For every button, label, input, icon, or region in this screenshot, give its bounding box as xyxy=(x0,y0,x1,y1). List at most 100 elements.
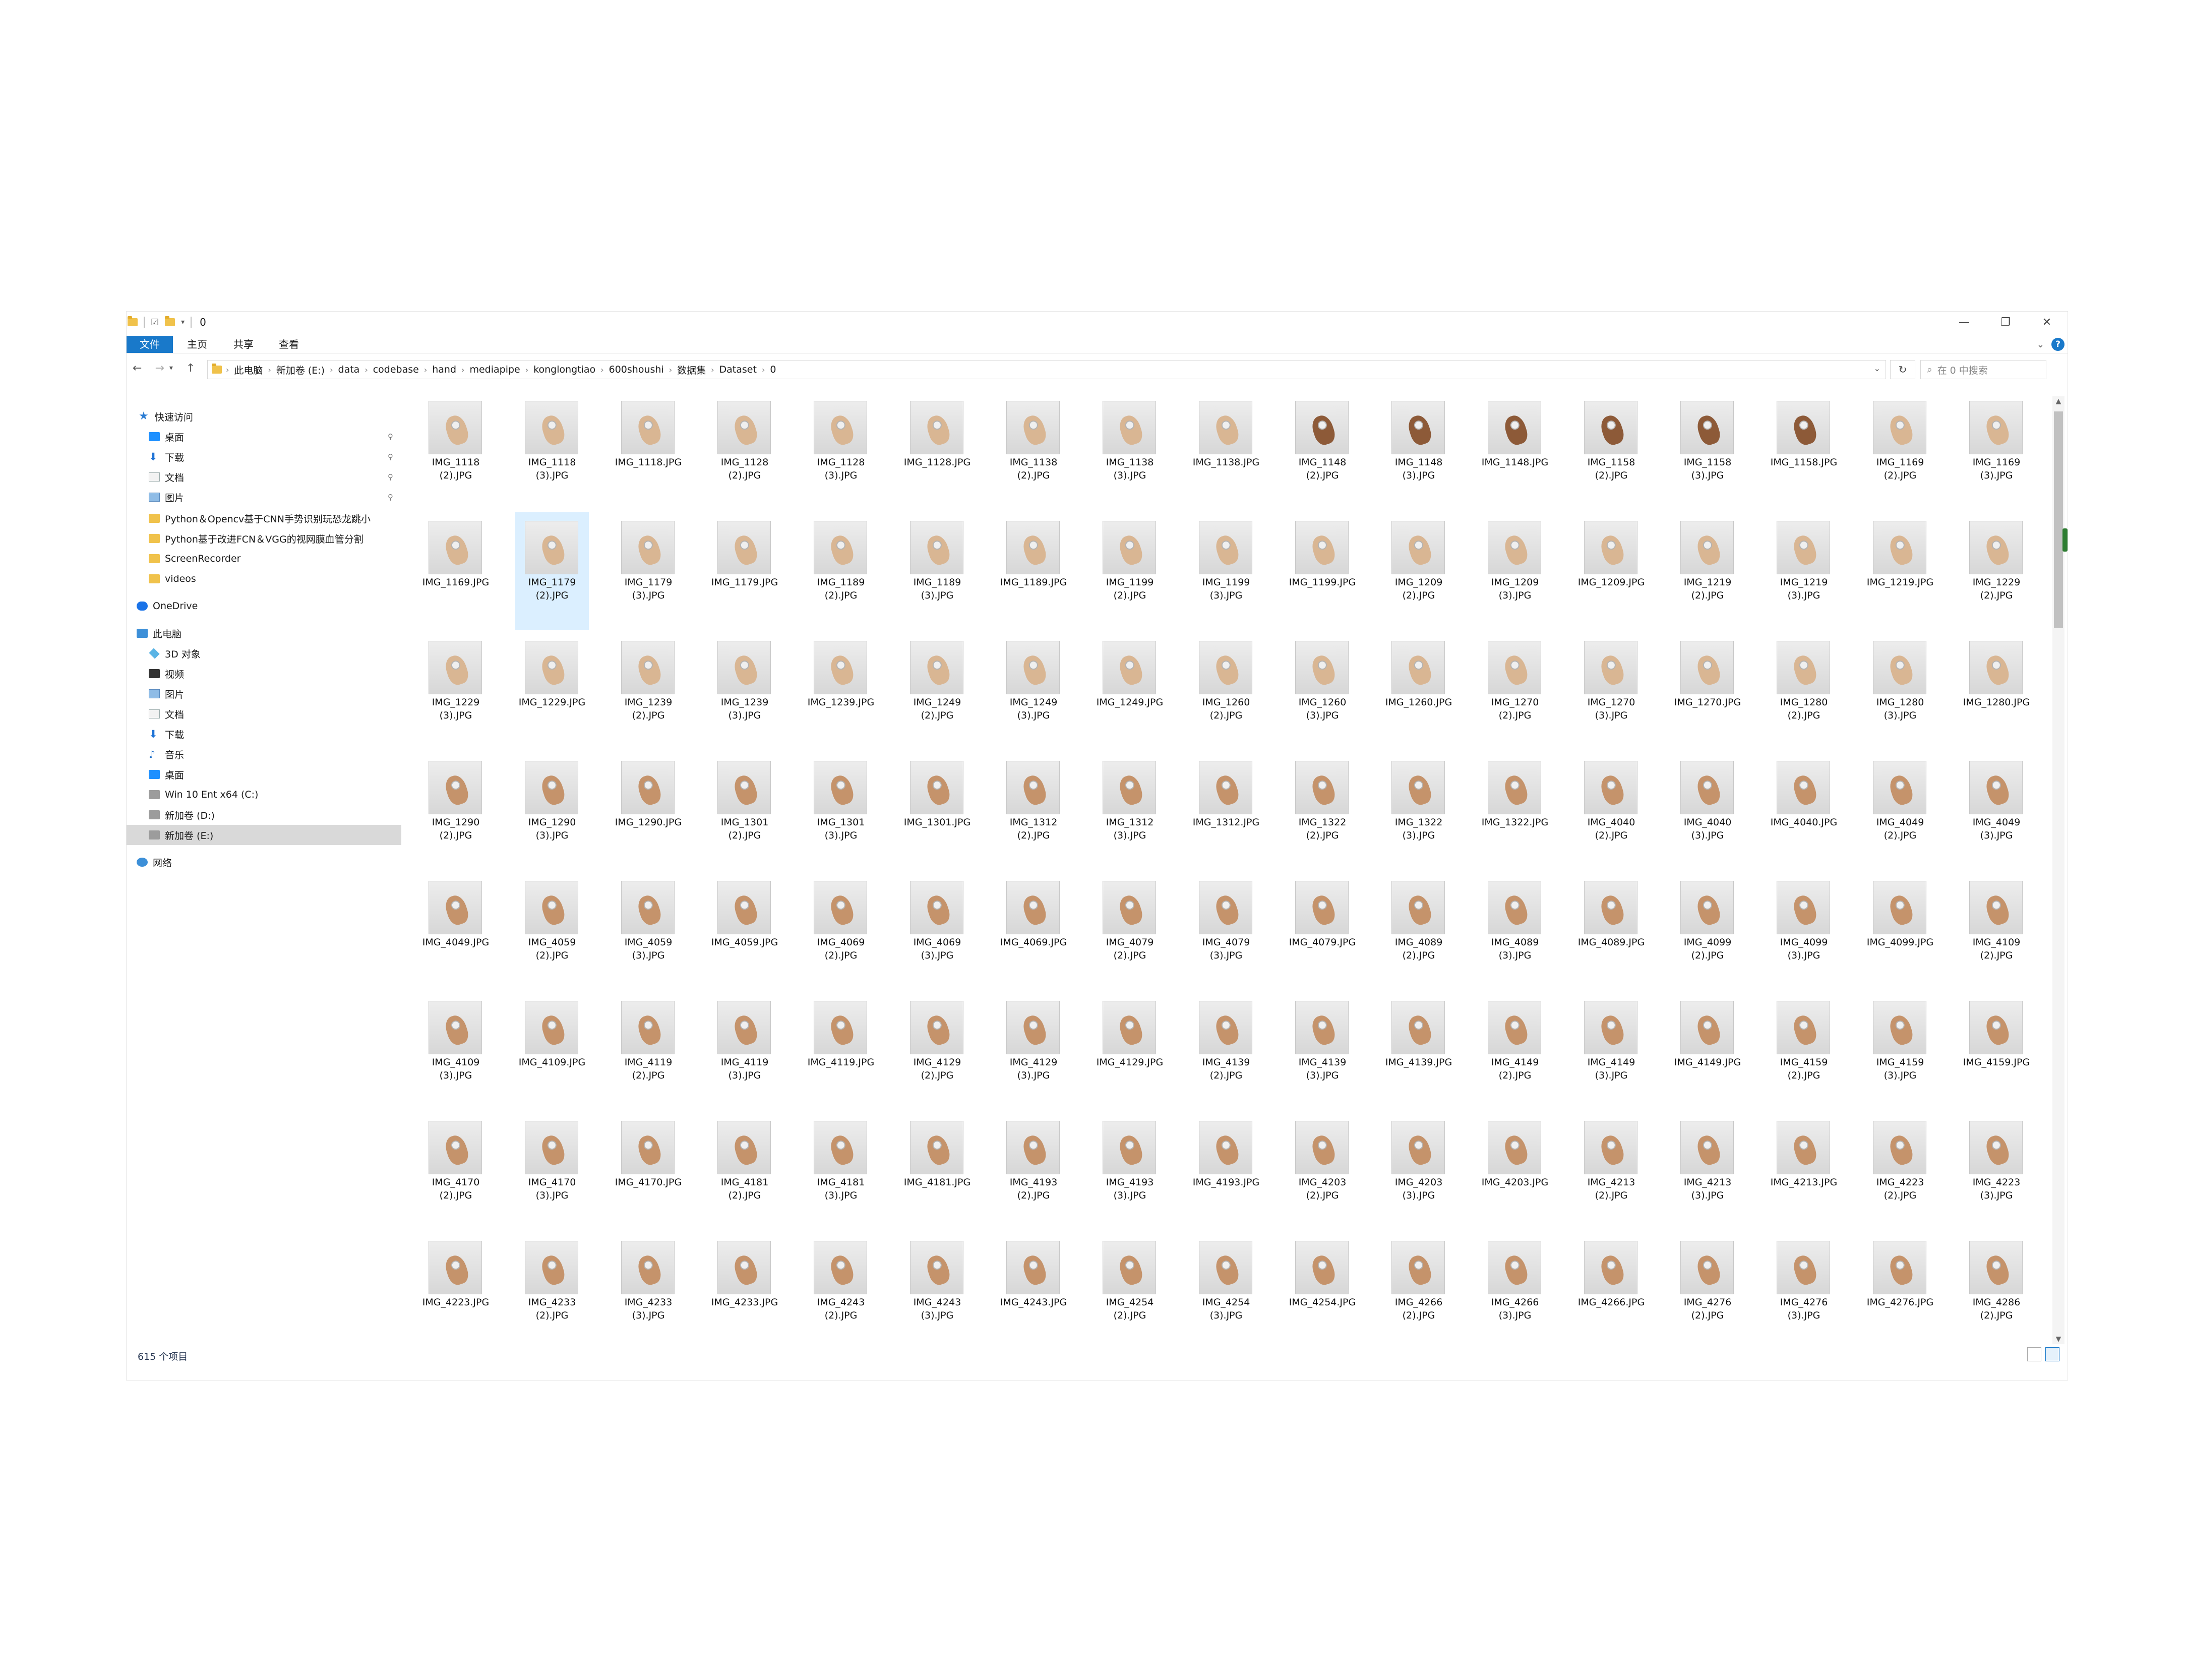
breadcrumb-item[interactable]: 新加卷 (E:) xyxy=(276,363,325,377)
file-item[interactable]: IMG_4119.JPG xyxy=(804,992,878,1110)
back-arrow-icon[interactable]: ← xyxy=(133,362,142,375)
file-item[interactable]: IMG_4266.JPG xyxy=(1574,1232,1648,1350)
tab-home[interactable]: 主页 xyxy=(177,336,217,353)
file-item[interactable]: IMG_1322.JPG xyxy=(1478,752,1552,870)
file-item[interactable]: IMG_4099 (3).JPG xyxy=(1767,872,1841,990)
file-item[interactable]: IMG_1189 (3).JPG xyxy=(900,512,974,630)
file-item[interactable]: IMG_4181 (3).JPG xyxy=(804,1112,878,1230)
file-item[interactable]: IMG_4276 (2).JPG xyxy=(1671,1232,1744,1350)
close-button[interactable]: ✕ xyxy=(2026,312,2068,333)
file-item[interactable]: IMG_4119 (3).JPG xyxy=(708,992,781,1110)
file-item[interactable]: IMG_1118.JPG xyxy=(612,392,685,510)
file-item[interactable]: IMG_4181.JPG xyxy=(900,1112,974,1230)
file-item[interactable]: IMG_4109 (2).JPG xyxy=(1960,872,2033,990)
file-item[interactable]: IMG_1290 (3).JPG xyxy=(515,752,589,870)
address-dropdown-chevron-icon[interactable]: ⌄ xyxy=(1874,364,1880,373)
file-item[interactable]: IMG_1128 (3).JPG xyxy=(804,392,878,510)
file-item[interactable]: IMG_1148.JPG xyxy=(1478,392,1552,510)
sidebar-item[interactable]: ★ 快速访问 xyxy=(127,406,401,427)
file-item[interactable]: IMG_1179 (3).JPG xyxy=(612,512,685,630)
file-item[interactable]: IMG_4213 (3).JPG xyxy=(1671,1112,1744,1230)
recent-locations-chevron-icon[interactable]: ▾ xyxy=(169,364,173,375)
file-item[interactable]: IMG_1229.JPG xyxy=(515,632,589,750)
file-item[interactable]: IMG_1169 (3).JPG xyxy=(1960,392,2033,510)
file-item[interactable]: IMG_1270.JPG xyxy=(1671,632,1744,750)
sidebar-item[interactable]: ScreenRecorder xyxy=(127,549,401,569)
file-item[interactable]: IMG_4233 (3).JPG xyxy=(612,1232,685,1350)
file-item[interactable]: IMG_4040 (2).JPG xyxy=(1574,752,1648,870)
file-item[interactable]: IMG_1270 (2).JPG xyxy=(1478,632,1552,750)
file-item[interactable]: IMG_1148 (3).JPG xyxy=(1382,392,1455,510)
file-item[interactable]: IMG_1179.JPG xyxy=(708,512,781,630)
file-item[interactable]: IMG_4243.JPG xyxy=(997,1232,1070,1350)
file-item[interactable]: IMG_1239 (3).JPG xyxy=(708,632,781,750)
file-item[interactable]: IMG_1158.JPG xyxy=(1767,392,1841,510)
file-item[interactable]: IMG_1169 (2).JPG xyxy=(1863,392,1937,510)
file-item[interactable]: IMG_4109 (3).JPG xyxy=(419,992,493,1110)
file-item[interactable]: IMG_1280 (2).JPG xyxy=(1767,632,1841,750)
customize-toolbar-chevron-icon[interactable]: ▾ xyxy=(181,318,185,326)
file-item[interactable]: IMG_4203 (3).JPG xyxy=(1382,1112,1455,1230)
chevron-right-icon[interactable]: › xyxy=(525,365,528,375)
sidebar-item[interactable]: 图片 ⚲ xyxy=(127,487,401,507)
file-item[interactable]: IMG_1260 (2).JPG xyxy=(1189,632,1263,750)
file-item[interactable]: IMG_4181 (2).JPG xyxy=(708,1112,781,1230)
tab-view[interactable]: 查看 xyxy=(269,336,309,353)
file-item[interactable]: IMG_1239 (2).JPG xyxy=(612,632,685,750)
file-item[interactable]: IMG_4149 (3).JPG xyxy=(1574,992,1648,1110)
file-item[interactable]: IMG_4049.JPG xyxy=(419,872,493,990)
file-item[interactable]: IMG_1118 (2).JPG xyxy=(419,392,493,510)
chevron-right-icon[interactable]: › xyxy=(600,365,603,375)
file-item[interactable]: IMG_4266 (2).JPG xyxy=(1382,1232,1455,1350)
chevron-down-icon[interactable]: ⌄ xyxy=(2037,339,2044,350)
file-item[interactable]: IMG_1260 (3).JPG xyxy=(1286,632,1359,750)
sidebar-item[interactable]: 网络 xyxy=(127,852,401,872)
file-item[interactable]: IMG_4193.JPG xyxy=(1189,1112,1263,1230)
up-arrow-icon[interactable]: ↑ xyxy=(186,362,195,375)
file-item[interactable]: IMG_1322 (3).JPG xyxy=(1382,752,1455,870)
file-item[interactable]: IMG_4049 (3).JPG xyxy=(1960,752,2033,870)
breadcrumb-item[interactable]: hand xyxy=(432,364,456,375)
sidebar-item[interactable]: videos xyxy=(127,569,401,589)
scroll-down-arrow-icon[interactable]: ▼ xyxy=(2052,1335,2064,1343)
file-item[interactable]: IMG_4193 (3).JPG xyxy=(1093,1112,1167,1230)
chevron-right-icon[interactable]: › xyxy=(365,365,368,375)
search-input[interactable]: ⌕ 在 0 中搜索 xyxy=(1920,360,2046,379)
minimize-button[interactable]: — xyxy=(1944,312,1985,333)
file-item[interactable]: IMG_4049 (2).JPG xyxy=(1863,752,1937,870)
chevron-right-icon[interactable]: › xyxy=(424,365,427,375)
side-tab[interactable] xyxy=(2062,528,2068,552)
file-item[interactable]: IMG_4069.JPG xyxy=(997,872,1070,990)
file-item[interactable]: IMG_4213 (2).JPG xyxy=(1574,1112,1648,1230)
sidebar-item[interactable]: Python＆Opencv基于CNN手势识别玩恐龙跳小 xyxy=(127,508,401,528)
details-view-icon[interactable] xyxy=(2027,1347,2041,1361)
file-item[interactable]: IMG_1219 (2).JPG xyxy=(1671,512,1744,630)
file-item[interactable]: IMG_4193 (2).JPG xyxy=(997,1112,1070,1230)
file-item[interactable]: IMG_1229 (3).JPG xyxy=(419,632,493,750)
file-item[interactable]: IMG_1118 (3).JPG xyxy=(515,392,589,510)
file-item[interactable]: IMG_1189 (2).JPG xyxy=(804,512,878,630)
breadcrumb-item[interactable]: 0 xyxy=(770,364,776,375)
chevron-right-icon[interactable]: › xyxy=(669,365,672,375)
file-item[interactable]: IMG_4276.JPG xyxy=(1863,1232,1937,1350)
file-item[interactable]: IMG_4170 (2).JPG xyxy=(419,1112,493,1230)
scroll-up-arrow-icon[interactable]: ▲ xyxy=(2052,397,2064,405)
file-item[interactable]: IMG_4099 (2).JPG xyxy=(1671,872,1744,990)
chevron-right-icon[interactable]: › xyxy=(762,365,765,375)
file-item[interactable]: IMG_1219 (3).JPG xyxy=(1767,512,1841,630)
file-item[interactable]: IMG_1249 (2).JPG xyxy=(900,632,974,750)
file-item[interactable]: IMG_1239.JPG xyxy=(804,632,878,750)
file-item[interactable]: IMG_4203.JPG xyxy=(1478,1112,1552,1230)
sidebar-item[interactable]: ⬇ 下载 xyxy=(127,724,401,744)
chevron-right-icon[interactable]: › xyxy=(330,365,333,375)
file-item[interactable]: IMG_4069 (2).JPG xyxy=(804,872,878,990)
file-item[interactable]: IMG_1322 (2).JPG xyxy=(1286,752,1359,870)
file-item[interactable]: IMG_4213.JPG xyxy=(1767,1112,1841,1230)
file-item[interactable]: IMG_4223 (3).JPG xyxy=(1960,1112,2033,1230)
file-item[interactable]: IMG_4223.JPG xyxy=(419,1232,493,1350)
forward-arrow-icon[interactable]: → xyxy=(155,362,164,375)
file-item[interactable]: IMG_4254 (2).JPG xyxy=(1093,1232,1167,1350)
file-item[interactable]: IMG_1138.JPG xyxy=(1189,392,1263,510)
file-item[interactable]: IMG_4276 (3).JPG xyxy=(1767,1232,1841,1350)
sidebar-item[interactable]: 图片 xyxy=(127,684,401,704)
